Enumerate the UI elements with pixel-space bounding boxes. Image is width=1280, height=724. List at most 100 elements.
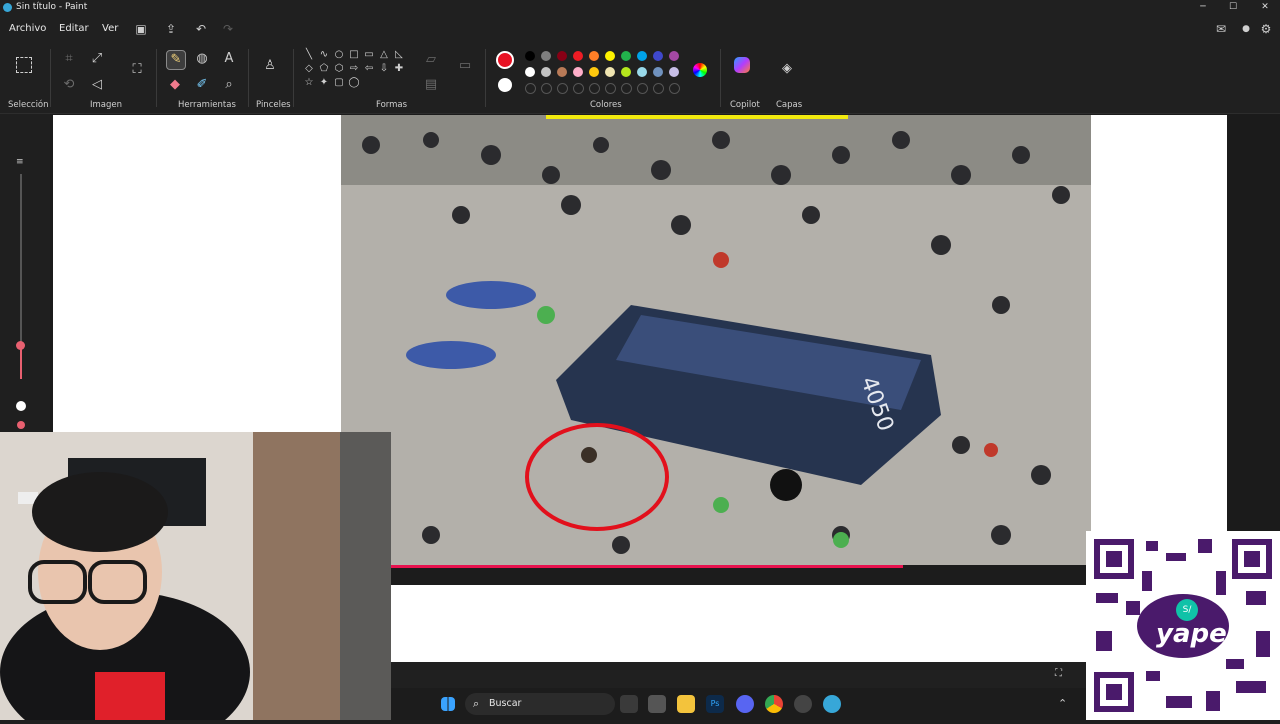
palette-color-swatch[interactable] xyxy=(669,67,679,77)
active-color-swatch[interactable] xyxy=(496,51,514,69)
custom-color-slot[interactable] xyxy=(653,83,664,94)
shape-option-icon[interactable]: ◺ xyxy=(393,49,405,61)
opacity-icon[interactable] xyxy=(16,401,26,411)
fill-icon[interactable]: ▤ xyxy=(422,76,440,94)
palette-color-swatch[interactable] xyxy=(669,51,679,61)
image-select-icon[interactable]: ⛶ xyxy=(128,61,146,79)
custom-color-slot[interactable] xyxy=(573,83,584,94)
fit-to-window-icon[interactable]: ⛶ xyxy=(1055,668,1062,679)
custom-color-slot[interactable] xyxy=(637,83,648,94)
taskbar-search[interactable]: ⌕ Buscar xyxy=(465,693,615,715)
opacity-slider-thumb[interactable] xyxy=(17,421,25,429)
fill-bucket-icon[interactable]: ◍ xyxy=(193,50,211,68)
color-picker-icon[interactable]: ✐ xyxy=(193,76,211,94)
menu-editar[interactable]: Editar xyxy=(59,23,89,34)
obs-icon[interactable] xyxy=(794,695,812,713)
edit-colors-icon[interactable] xyxy=(693,63,707,77)
palette-color-swatch[interactable] xyxy=(525,51,535,61)
magnifier-icon[interactable]: ⌕ xyxy=(220,76,238,94)
size-slider-thumb[interactable] xyxy=(16,341,25,350)
crop-icon[interactable]: ⌗ xyxy=(60,50,78,68)
shape-option-icon[interactable]: □ xyxy=(348,49,360,61)
custom-color-slot[interactable] xyxy=(525,83,536,94)
brush-icon[interactable]: ♙ xyxy=(261,57,279,75)
rotate-icon[interactable]: ⟲ xyxy=(60,76,78,94)
shape-option-icon[interactable]: ⇦ xyxy=(363,63,375,75)
start-windows-icon[interactable] xyxy=(441,697,455,711)
palette-color-swatch[interactable] xyxy=(621,67,631,77)
resize-icon[interactable]: ⤢ xyxy=(88,50,106,68)
close-button[interactable]: ✕ xyxy=(1250,0,1280,15)
undo-icon[interactable]: ↶ xyxy=(193,21,209,37)
custom-color-slot[interactable] xyxy=(541,83,552,94)
save-icon[interactable]: ▣ xyxy=(133,21,149,37)
palette-color-swatch[interactable] xyxy=(525,67,535,77)
shape-option-icon[interactable]: ▢ xyxy=(333,77,345,89)
palette-color-swatch[interactable] xyxy=(589,67,599,77)
redo-icon[interactable]: ↷ xyxy=(220,21,236,37)
palette-color-swatch[interactable] xyxy=(637,67,647,77)
shape-option-icon[interactable]: ⇩ xyxy=(378,63,390,75)
shape-option-icon[interactable]: ◯ xyxy=(348,77,360,89)
palette-color-swatch[interactable] xyxy=(573,51,583,61)
flip-icon[interactable]: ◁ xyxy=(88,76,106,94)
palette-color-swatch[interactable] xyxy=(653,51,663,61)
file-explorer-icon[interactable] xyxy=(677,695,695,713)
account-icon[interactable]: ● xyxy=(1238,21,1254,37)
photoshop-icon[interactable]: Ps xyxy=(706,695,724,713)
title-bar: Sin título - Paint ─ ☐ ✕ xyxy=(0,0,1280,15)
palette-color-swatch[interactable] xyxy=(621,51,631,61)
feedback-icon[interactable]: ✉ xyxy=(1213,21,1229,37)
shape-option-icon[interactable]: ∿ xyxy=(318,49,330,61)
palette-color-swatch[interactable] xyxy=(637,51,647,61)
layers-icon[interactable]: ◈ xyxy=(778,60,796,78)
window-title: Sin título - Paint xyxy=(16,2,88,12)
palette-color-swatch[interactable] xyxy=(605,67,615,77)
shape-option-icon[interactable]: △ xyxy=(378,49,390,61)
menu-archivo[interactable]: Archivo xyxy=(9,23,46,34)
shape-option-icon[interactable]: ⇨ xyxy=(348,63,360,75)
shape-option-icon[interactable]: ✦ xyxy=(318,77,330,89)
copilot-icon[interactable] xyxy=(734,57,750,73)
custom-color-slot[interactable] xyxy=(605,83,616,94)
custom-color-slot[interactable] xyxy=(589,83,600,94)
shape-option-icon[interactable]: ✚ xyxy=(393,63,405,75)
palette-color-swatch[interactable] xyxy=(541,51,551,61)
eraser-icon[interactable]: ◆ xyxy=(166,76,184,94)
palette-color-swatch[interactable] xyxy=(557,67,567,77)
shape-option-icon[interactable]: ◇ xyxy=(303,63,315,75)
shape-option-icon[interactable]: ╲ xyxy=(303,49,315,61)
text-tool-icon[interactable]: A xyxy=(220,50,238,68)
palette-color-swatch[interactable] xyxy=(653,67,663,77)
shape-style-icon[interactable]: ▭ xyxy=(456,57,474,75)
custom-color-slot[interactable] xyxy=(557,83,568,94)
share-icon[interactable]: ⇪ xyxy=(163,21,179,37)
palette-color-swatch[interactable] xyxy=(589,51,599,61)
secondary-color-swatch[interactable] xyxy=(498,78,512,92)
shape-option-icon[interactable]: ⬠ xyxy=(318,63,330,75)
shape-option-icon[interactable]: ⬡ xyxy=(333,63,345,75)
minimize-button[interactable]: ─ xyxy=(1188,0,1218,15)
palette-color-swatch[interactable] xyxy=(605,51,615,61)
outline-icon[interactable]: ▱ xyxy=(422,51,440,69)
palette-color-swatch[interactable] xyxy=(573,67,583,77)
menu-ver[interactable]: Ver xyxy=(102,23,118,34)
discord-icon[interactable] xyxy=(736,695,754,713)
custom-color-slot[interactable] xyxy=(621,83,632,94)
shape-option-icon[interactable]: ☆ xyxy=(303,77,315,89)
shape-option-icon[interactable]: ▭ xyxy=(363,49,375,61)
palette-color-swatch[interactable] xyxy=(541,67,551,77)
paint-taskbar-icon[interactable] xyxy=(823,695,841,713)
palette-color-swatch[interactable] xyxy=(557,51,567,61)
shape-option-icon[interactable]: ○ xyxy=(333,49,345,61)
yape-qr-code: S/ yape xyxy=(1086,531,1280,720)
task-view-icon[interactable] xyxy=(620,695,638,713)
selection-tool-icon[interactable] xyxy=(16,57,32,73)
maximize-button[interactable]: ☐ xyxy=(1218,0,1248,15)
pencil-icon[interactable]: ✎ xyxy=(166,50,186,70)
settings-gear-icon[interactable]: ⚙ xyxy=(1258,21,1274,37)
custom-color-slot[interactable] xyxy=(669,83,680,94)
tray-overflow-icon[interactable]: ⌃ xyxy=(1058,697,1067,710)
printer-app-icon[interactable] xyxy=(648,695,666,713)
chrome-icon[interactable] xyxy=(765,695,783,713)
